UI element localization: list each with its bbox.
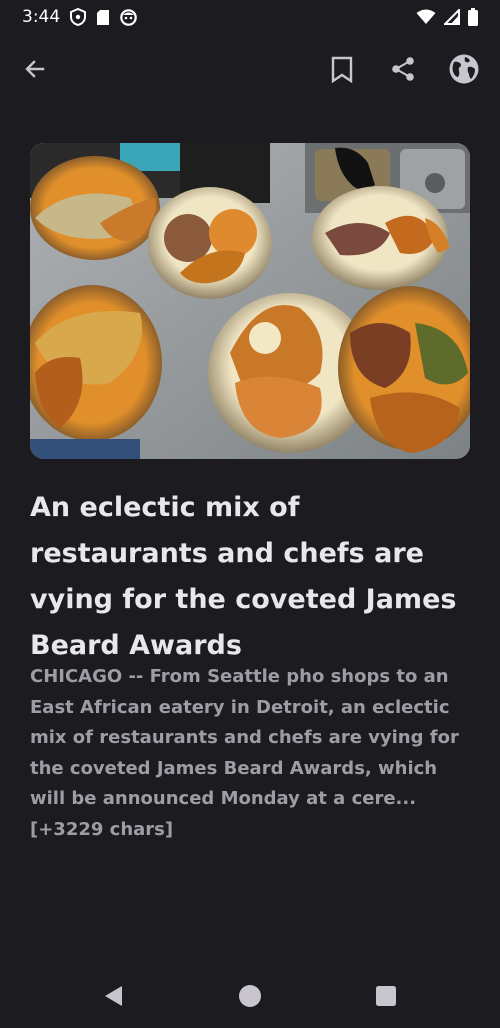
article-screen: 3:44 An eclectic mix of restaurants and … xyxy=(0,0,500,1028)
square-recents-icon xyxy=(375,985,397,1011)
globe-icon xyxy=(448,53,480,89)
clock: 3:44 xyxy=(22,7,61,27)
nav-back-button[interactable] xyxy=(96,980,132,1016)
status-bar: 3:44 xyxy=(0,0,500,34)
triangle-back-icon xyxy=(103,985,125,1011)
article-title: An eclectic mix of restaurants and chefs… xyxy=(30,492,457,661)
battery-icon xyxy=(468,8,478,26)
signal-icon xyxy=(444,9,460,25)
shield-icon xyxy=(70,8,87,26)
arrow-back-icon xyxy=(23,57,47,85)
system-nav-bar xyxy=(0,968,500,1028)
sd-card-icon xyxy=(96,9,110,26)
share-button[interactable] xyxy=(380,48,426,94)
nav-recents-button[interactable] xyxy=(368,980,404,1016)
article-image xyxy=(30,143,470,459)
circle-home-icon xyxy=(238,984,262,1012)
nav-home-button[interactable] xyxy=(232,980,268,1016)
bookmark-button[interactable] xyxy=(319,48,365,94)
bookmark-icon xyxy=(331,56,353,87)
back-button[interactable] xyxy=(12,48,58,94)
face-icon xyxy=(120,8,137,26)
top-app-bar xyxy=(0,48,500,94)
wifi-icon xyxy=(416,9,436,25)
share-icon xyxy=(390,56,416,86)
article-summary: CHICAGO -- From Seattle pho shops to an … xyxy=(30,666,459,840)
open-in-browser-button[interactable] xyxy=(441,48,487,94)
